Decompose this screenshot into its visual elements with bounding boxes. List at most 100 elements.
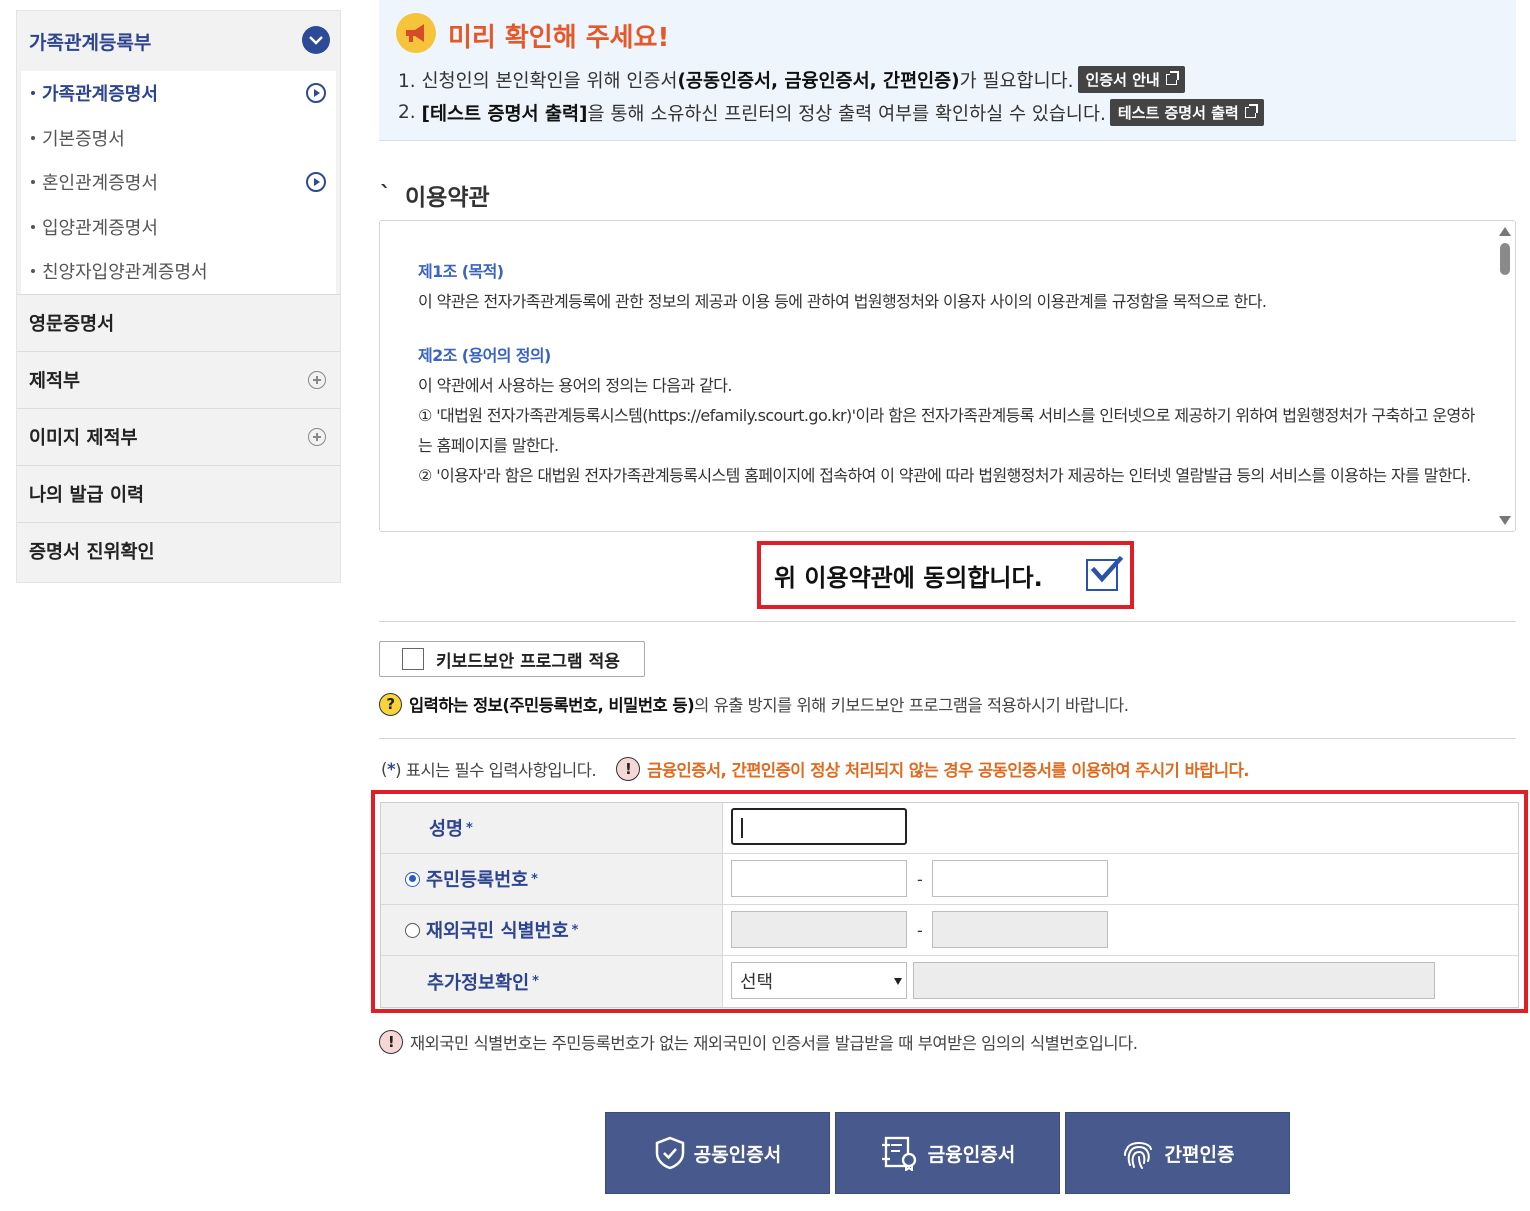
note-text: ) 표시는 필수 입력사항입니다. [395, 761, 597, 780]
scroll-thumb[interactable] [1500, 243, 1510, 275]
button-label: 공동인증서 [693, 1144, 782, 1166]
terms-content: 제1조 (목적) 이 약관은 전자가족관계등록에 관한 정보의 제공과 이용 등… [418, 257, 1488, 491]
external-link-icon [1165, 71, 1179, 85]
checkbox-checked-icon[interactable] [1086, 555, 1123, 591]
sidebar-item-marriage-cert[interactable]: 혼인관계증명서 [21, 160, 336, 205]
identity-form: 성명 * 주민등록번호 * - 재외국민 식별번호 * - 추가정보확인 * 선… [380, 802, 1519, 1008]
sidebar-item-english-cert[interactable]: 영문증명서 [17, 294, 340, 351]
sidebar-item-full-adoption-cert[interactable]: 친양자입양관계증명서 [21, 249, 336, 294]
bullet-icon [31, 135, 35, 140]
scroll-up-icon[interactable] [1499, 227, 1511, 236]
terms-scrollbar[interactable] [1495, 221, 1515, 531]
text-caret [741, 818, 743, 838]
sidebar-item-label: 기본증명서 [42, 128, 125, 150]
fingerprint-icon [1123, 1142, 1152, 1169]
form-label-rrn[interactable]: 주민등록번호 * [381, 854, 723, 904]
bullet-icon [31, 180, 35, 185]
sidebar-item-label: 입양관계증명서 [42, 217, 158, 239]
section-title-text: 이용약관 [405, 185, 490, 211]
note-text: 의 유출 방지를 위해 키보드보안 프로그램을 적용하시기 바랍니다. [694, 696, 1129, 715]
simple-auth-button[interactable]: 간편인증 [1065, 1112, 1290, 1194]
form-label-extra-info: 추가정보확인 * [381, 956, 723, 1007]
sidebar-submenu: 가족관계증명서 기본증명서 혼인관계증명서 입양관계증명서 친양자입양관계증명서 [21, 71, 336, 294]
sidebar-item-label: 증명서 진위확인 [29, 542, 155, 563]
checkbox-icon[interactable] [402, 648, 424, 670]
plus-circle-icon[interactable] [308, 371, 326, 389]
sidebar-item-adoption-cert[interactable]: 입양관계증명서 [21, 205, 336, 250]
chevron-down-icon[interactable] [302, 26, 330, 54]
dropdown-arrow-icon [894, 978, 902, 985]
agree-terms-checkbox[interactable]: 위 이용약관에 동의합니다. [757, 541, 1134, 609]
foreign-id-back-input[interactable] [932, 911, 1108, 948]
bullet-icon [31, 224, 35, 229]
extra-info-input[interactable] [913, 962, 1435, 999]
tick-mark-icon: ˋ [380, 182, 391, 208]
form-row-name: 성명 * [381, 803, 1518, 854]
note-bold-text: 입력하는 정보(주민등록번호, 비밀번호 등) [409, 696, 695, 715]
scroll-down-icon[interactable] [1499, 516, 1511, 525]
notice-text: 을 통해 소유하신 프린터의 정상 출력 여부를 확인하실 수 있습니다. [587, 103, 1106, 125]
sidebar-header[interactable]: 가족관계등록부 [17, 11, 340, 71]
agree-label: 위 이용약관에 동의합니다. [774, 563, 1043, 592]
name-input[interactable] [731, 808, 907, 845]
foreign-id-front-input[interactable] [731, 911, 907, 948]
sidebar-item-removed-register[interactable]: 제적부 [17, 351, 340, 408]
sidebar-item-label: 가족관계증명서 [42, 84, 158, 106]
identity-form-highlight: 성명 * 주민등록번호 * - 재외국민 식별번호 * - 추가정보확인 * 선… [371, 790, 1528, 1013]
article-body: 이 약관은 전자가족관계등록에 관한 정보의 제공과 이용 등에 관하여 법원행… [418, 292, 1267, 311]
terms-box[interactable]: 제1조 (목적) 이 약관은 전자가족관계등록에 관한 정보의 제공과 이용 등… [379, 220, 1516, 532]
bullet-icon [31, 269, 35, 274]
sidebar-item-authenticity-check[interactable]: 증명서 진위확인 [17, 522, 340, 579]
form-row-extra-info: 추가정보확인 * 선택 [381, 956, 1518, 1007]
financial-certificate-button[interactable]: 금융인증서 [835, 1112, 1060, 1194]
keyboard-security-label: 키보드보안 프로그램 적용 [436, 651, 620, 672]
sidebar-item-label: 나의 발급 이력 [29, 485, 145, 506]
bullet-icon [31, 91, 35, 96]
rrn-back-input[interactable] [932, 860, 1108, 897]
play-circle-icon[interactable] [306, 172, 326, 192]
terms-section-title: ˋ 이용약관 [380, 178, 490, 212]
keyboard-security-checkbox[interactable]: 키보드보안 프로그램 적용 [379, 641, 645, 677]
article-title: 제2조 (용어의 정의) [418, 346, 551, 365]
sidebar-item-image-removed-register[interactable]: 이미지 제적부 [17, 408, 340, 465]
rrn-front-input[interactable] [731, 860, 907, 897]
megaphone-icon [396, 13, 436, 53]
joint-certificate-button[interactable]: 공동인증서 [605, 1112, 830, 1194]
dash-separator: - [917, 870, 923, 889]
exclamation-icon: ! [616, 757, 641, 781]
divider [379, 621, 1516, 622]
notice-text: 가 필요합니다. [959, 70, 1074, 92]
article-item: ② '이용자'라 함은 대법원 전자가족관계등록시스템 홈페이지에 접속하여 이… [418, 466, 1471, 485]
shield-check-icon [655, 1136, 685, 1170]
required-star: * [571, 922, 579, 938]
keyboard-security-note: ? 입력하는 정보(주민등록번호, 비밀번호 등) 의 유출 방지를 위해 키보드… [379, 692, 1129, 716]
exclamation-icon: ! [379, 1030, 403, 1054]
radio-unselected-icon[interactable] [405, 922, 420, 938]
sidebar-item-issue-history[interactable]: 나의 발급 이력 [17, 465, 340, 522]
warning-text: 금융인증서, 간편인증이 정상 처리되지 않는 경우 공동인증서를 이용하여 주… [647, 761, 1250, 780]
note-text: 재외국민 식별번호는 주민등록번호가 없는 재외국민이 인증서를 발급받을 때 … [410, 1034, 1138, 1053]
select-value: 선택 [740, 971, 774, 993]
question-icon: ? [379, 692, 402, 716]
cert-guide-button[interactable]: 인증서 안내 [1077, 66, 1185, 93]
radio-selected-icon[interactable] [405, 871, 420, 887]
extra-info-select[interactable]: 선택 [731, 962, 907, 999]
sidebar-item-family-cert[interactable]: 가족관계증명서 [21, 71, 336, 116]
sidebar-item-label: 제적부 [29, 371, 81, 392]
plus-circle-icon[interactable] [308, 428, 326, 446]
article-item: ① '대법원 전자가족관계등록시스템(https://efamily.scour… [418, 406, 1475, 455]
label-text: 재외국민 식별번호 [426, 921, 569, 942]
label-text: 추가정보확인 [427, 972, 530, 994]
notice-text: 1. 신청인의 본인확인을 위해 인증서 [398, 70, 678, 92]
sidebar-header-label: 가족관계등록부 [29, 31, 152, 54]
required-star: * [386, 759, 396, 779]
notice-bold-text: [테스트 증명서 출력] [421, 103, 588, 125]
form-label-foreign-id[interactable]: 재외국민 식별번호 * [381, 905, 723, 955]
sidebar-item-basic-cert[interactable]: 기본증명서 [21, 116, 336, 161]
form-row-foreign-id: 재외국민 식별번호 * - [381, 905, 1518, 956]
external-link-icon [1244, 104, 1258, 118]
sidebar-item-label: 이미지 제적부 [29, 428, 138, 449]
play-circle-icon[interactable] [306, 83, 326, 103]
notice-line-2: 2. [테스트 증명서 출력] 을 통해 소유하신 프린터의 정상 출력 여부를 … [398, 99, 1264, 126]
test-print-button[interactable]: 테스트 증명서 출력 [1109, 99, 1264, 126]
